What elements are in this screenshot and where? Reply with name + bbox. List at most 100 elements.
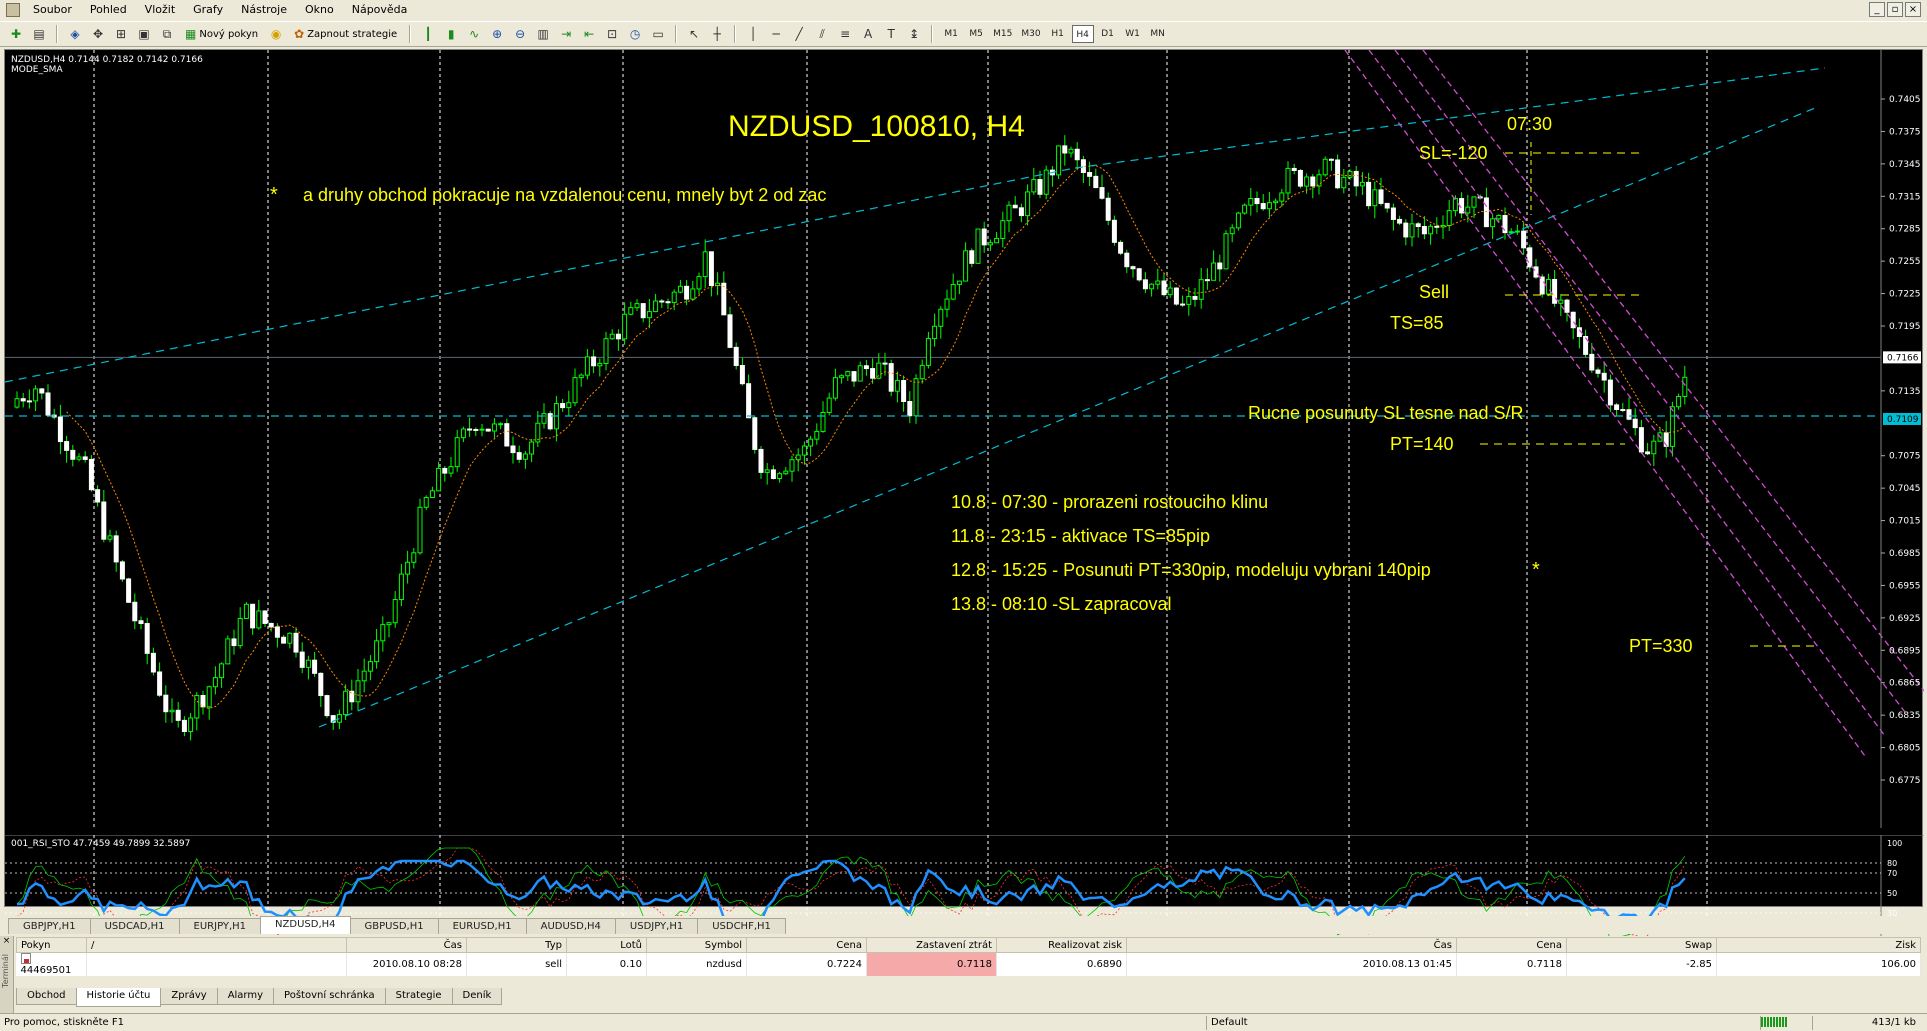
new-order-button[interactable]: ▦ Nový pokyn (180, 24, 263, 44)
col-swap[interactable]: Swap (1566, 937, 1717, 953)
arrows-icon[interactable]: ↨ (904, 24, 924, 44)
tab-account-history[interactable]: Historie účtu (75, 988, 162, 1007)
menu-soubor[interactable]: Soubor (24, 0, 81, 20)
tab-gbpusd-h1[interactable]: GBPUSD,H1 (349, 918, 439, 934)
vertical-line-icon[interactable]: │ (743, 24, 763, 44)
menu-okno[interactable]: Okno (296, 0, 343, 20)
candle-body (677, 285, 683, 293)
tab-journal[interactable]: Deník (451, 988, 503, 1005)
channel-icon[interactable]: ⫽ (812, 24, 832, 44)
candle-body (107, 535, 113, 540)
col-profit[interactable]: Zisk (1716, 937, 1921, 953)
timeframe-w1[interactable]: W1 (1122, 25, 1144, 43)
tab-experts[interactable]: Strategie (384, 988, 453, 1005)
terminal-icon[interactable]: ▣ (134, 24, 154, 44)
fibonacci-icon[interactable]: ≡ (835, 24, 855, 44)
col-open-price[interactable]: Cena (746, 937, 867, 953)
tab-audusd-h4[interactable]: AUDUSD,H4 (525, 918, 616, 934)
tab-alerts[interactable]: Alarmy (216, 988, 275, 1005)
price-tick-label: 0.7225 (1889, 290, 1921, 300)
col-close-price[interactable]: Cena (1456, 937, 1567, 953)
trendline-icon[interactable]: ╱ (789, 24, 809, 44)
menu-napoveda[interactable]: Nápověda (343, 0, 417, 20)
line-chart-icon[interactable]: ∿ (464, 24, 484, 44)
col-symbol[interactable]: Symbol (646, 937, 747, 953)
autoscroll-icon[interactable]: ⇥ (556, 24, 576, 44)
periods-icon[interactable]: ◷ (625, 24, 645, 44)
close-button[interactable]: × (1905, 2, 1921, 17)
cursor-icon[interactable]: ↖ (684, 24, 704, 44)
timeframe-h4[interactable]: H4 (1071, 25, 1094, 43)
candle-body (1397, 218, 1403, 224)
profiles-icon[interactable]: ▤ (29, 24, 49, 44)
candle-body (1620, 409, 1626, 412)
candle-body (739, 365, 745, 385)
horizontal-line-icon[interactable]: ─ (766, 24, 786, 44)
connection-indicator[interactable] (1760, 1016, 1810, 1030)
timeframe-mn[interactable]: MN (1147, 25, 1169, 43)
chart-window[interactable]: 0.7405 0.7375 0.7345 0.7315 0.7285 0.7255 0.72… (4, 49, 1924, 962)
candle-body (1471, 196, 1477, 208)
col-open-time[interactable]: Čas (346, 937, 467, 953)
timeframe-d1[interactable]: D1 (1097, 25, 1119, 43)
timeframe-m30[interactable]: M30 (1018, 25, 1043, 43)
navigator-icon[interactable]: ✥ (88, 24, 108, 44)
candlestick-icon[interactable]: ▮ (441, 24, 461, 44)
chart-shift-icon[interactable]: ⇤ (579, 24, 599, 44)
tab-news[interactable]: Zprávy (160, 988, 218, 1005)
indicators-icon[interactable]: ⊡ (602, 24, 622, 44)
templates-icon[interactable]: ▭ (648, 24, 668, 44)
col-close-time[interactable]: Čas (1126, 937, 1457, 953)
crosshair-icon[interactable]: ┼ (707, 24, 727, 44)
text-label-icon[interactable]: T (881, 24, 901, 44)
timeframe-m5[interactable]: M5 (965, 25, 987, 43)
col-take-profit[interactable]: Realizovat zisk (996, 937, 1127, 953)
restore-button[interactable]: ▫ (1887, 2, 1903, 17)
col-sort-indicator[interactable]: / (86, 937, 347, 953)
candle-body (1260, 203, 1266, 210)
candle-body (1056, 145, 1062, 176)
tester-icon[interactable]: ⧉ (157, 24, 177, 44)
candle-body (708, 251, 714, 287)
new-chart-icon[interactable]: ✚ (6, 24, 26, 44)
tab-trade[interactable]: Obchod (16, 988, 77, 1005)
grid-icon[interactable]: ▥ (533, 24, 553, 44)
tab-gbpjpy-h1[interactable]: GBPJPY,H1 (8, 918, 91, 934)
metaeditor-icon[interactable]: ◉ (266, 24, 286, 44)
tab-usdchf-h1[interactable]: USDCHF,H1 (697, 918, 786, 934)
tab-usdcad-h1[interactable]: USDCAD,H1 (89, 918, 180, 934)
tab-nzdusd-h4[interactable]: NZDUSD,H4 (260, 916, 351, 934)
text-icon[interactable]: A (858, 24, 878, 44)
timeframe-m15[interactable]: M15 (990, 25, 1015, 43)
timeframe-m1[interactable]: M1 (940, 25, 962, 43)
candle-body (1490, 218, 1496, 228)
menu-nastroje[interactable]: Nástroje (232, 0, 296, 20)
candle-body (1310, 176, 1316, 187)
tab-eurjpy-h1[interactable]: EURJPY,H1 (178, 918, 262, 934)
col-ticket[interactable]: Pokyn (16, 937, 87, 953)
terminal-close-icon[interactable]: × (0, 936, 13, 946)
bar-chart-icon[interactable]: ┃ (418, 24, 438, 44)
col-type[interactable]: Typ (466, 937, 567, 953)
zoom-in-icon[interactable]: ⊕ (487, 24, 507, 44)
tab-usdjpy-h1[interactable]: USDJPY,H1 (614, 918, 699, 934)
menu-vlozit[interactable]: Vložit (136, 0, 184, 20)
candle-body (721, 282, 727, 316)
candle-body (150, 652, 156, 673)
candle-body (380, 624, 386, 642)
zoom-out-icon[interactable]: ⊖ (510, 24, 530, 44)
candle-body (45, 392, 51, 416)
data-window-icon[interactable]: ⊞ (111, 24, 131, 44)
price-chart[interactable]: 0.7405 0.7375 0.7345 0.7315 0.7285 0.7255 0.72… (5, 50, 1924, 828)
table-row[interactable]: 44469501 2010.08.10 08:28 sell 0.10 nzdu… (16, 952, 1921, 976)
tab-mailbox[interactable]: Poštovní schránka (273, 988, 386, 1005)
toggle-strategy-button[interactable]: ✿ Zapnout strategie (289, 24, 402, 44)
col-lots[interactable]: Lotů (566, 937, 647, 953)
tab-eurusd-h1[interactable]: EURUSD,H1 (437, 918, 527, 934)
minimize-button[interactable]: _ (1869, 2, 1885, 17)
timeframe-h1[interactable]: H1 (1047, 25, 1069, 43)
menu-pohled[interactable]: Pohled (81, 0, 136, 20)
col-stop-loss[interactable]: Zastavení ztrát (866, 937, 997, 953)
menu-grafy[interactable]: Grafy (184, 0, 232, 20)
market-watch-icon[interactable]: ◈ (65, 24, 85, 44)
